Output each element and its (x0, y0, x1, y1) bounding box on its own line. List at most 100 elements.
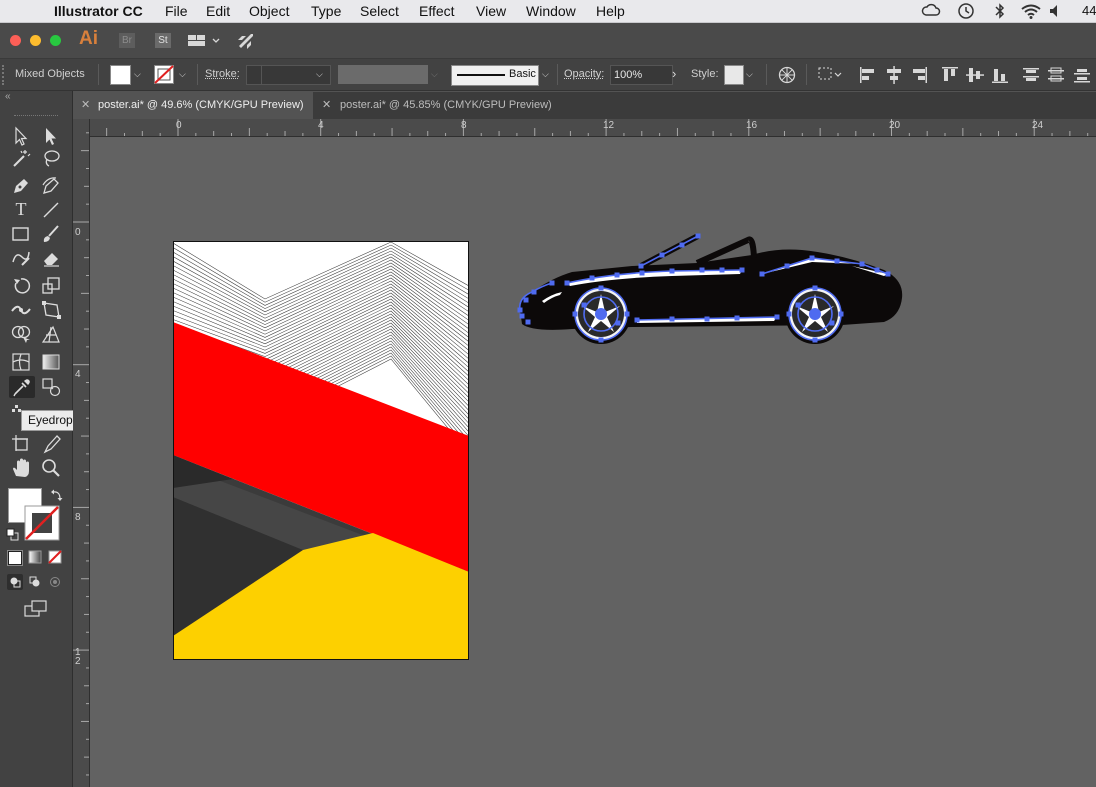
change-screen-mode-icon[interactable] (24, 600, 48, 618)
close-tab-icon[interactable]: ✕ (81, 92, 90, 119)
gradient-tool-icon[interactable] (40, 351, 62, 373)
anchor-point[interactable] (589, 275, 595, 281)
anchor-point[interactable] (719, 267, 725, 273)
artboard-tool-icon[interactable] (10, 433, 32, 455)
anchor-point[interactable] (809, 255, 815, 261)
anchor-point[interactable] (874, 267, 880, 273)
anchor-point[interactable] (859, 261, 865, 267)
draw-behind-icon[interactable] (29, 576, 41, 588)
zoom-tool-icon[interactable] (40, 457, 62, 479)
anchor-point[interactable] (669, 316, 675, 322)
direct-selection-tool-icon[interactable] (40, 125, 62, 147)
align-to-selection-icon[interactable] (818, 66, 844, 82)
free-transform-tool-icon[interactable] (40, 299, 62, 321)
type-tool-icon[interactable]: T (10, 199, 32, 219)
opacity-arrow-icon[interactable]: › (672, 65, 676, 83)
line-segment-tool-icon[interactable] (40, 199, 62, 221)
stroke-weight-dropdown-icon[interactable]: ⌵ (316, 65, 323, 83)
stroke-dropdown-icon[interactable]: ⌵ (179, 65, 186, 83)
tab-poster-49[interactable]: ✕ poster.ai* @ 49.6% (CMYK/GPU Preview) (73, 92, 313, 119)
magic-wand-tool-icon[interactable] (10, 147, 32, 169)
menu-view[interactable]: View (476, 3, 506, 19)
anchor-point[interactable] (572, 311, 578, 317)
anchor-point[interactable] (624, 311, 630, 317)
stock-button[interactable]: St (155, 33, 171, 48)
brush-definition[interactable]: Basic (451, 65, 539, 86)
anchor-point[interactable] (812, 285, 818, 291)
anchor-point[interactable] (669, 268, 675, 274)
shape-builder-tool-icon[interactable] (10, 323, 32, 345)
gradient-mode-button[interactable] (28, 550, 42, 564)
stroke-label[interactable]: Stroke: (205, 68, 240, 80)
anchor-point[interactable] (615, 320, 621, 326)
panel-grip-icon[interactable] (2, 65, 6, 85)
align-top-icon[interactable] (940, 65, 960, 85)
rectangle-tool-icon[interactable] (10, 223, 32, 245)
menu-type[interactable]: Type (311, 3, 341, 19)
align-vertical-center-icon[interactable] (965, 65, 985, 85)
close-tab-icon[interactable]: ✕ (322, 92, 331, 119)
recolor-artwork-icon[interactable] (778, 66, 796, 84)
opacity-label[interactable]: Opacity: (564, 68, 604, 80)
anchor-point[interactable] (838, 311, 844, 317)
graphic-style-swatch[interactable] (724, 65, 744, 85)
time-machine-icon[interactable] (956, 2, 976, 20)
anchor-point[interactable] (739, 267, 745, 273)
scale-tool-icon[interactable] (40, 275, 62, 297)
bluetooth-icon[interactable] (994, 2, 1006, 20)
menu-effect[interactable]: Effect (419, 3, 455, 19)
eyedropper-tool-button[interactable] (9, 376, 35, 398)
default-fill-stroke-icon[interactable] (6, 528, 20, 542)
anchor-point[interactable] (759, 271, 765, 277)
menu-app-name[interactable]: Illustrator CC (54, 3, 143, 19)
anchor-point[interactable] (885, 271, 891, 277)
vertical-ruler[interactable]: 0 4 8 12 (73, 119, 90, 787)
fill-swatch[interactable] (110, 65, 131, 85)
perspective-grid-tool-icon[interactable] (40, 323, 62, 345)
anchor-point[interactable] (638, 263, 644, 269)
curvature-tool-icon[interactable] (40, 175, 62, 197)
pen-tool-icon[interactable] (10, 175, 32, 197)
mesh-tool-icon[interactable] (10, 351, 32, 373)
bridge-button[interactable]: Br (119, 33, 135, 48)
anchor-point[interactable] (834, 258, 840, 264)
anchor-point[interactable] (525, 319, 531, 325)
style-dropdown-icon[interactable]: ⌵ (746, 65, 753, 83)
profile-dropdown-icon[interactable]: ⌵ (431, 65, 438, 83)
shaper-tool-icon[interactable] (10, 247, 32, 269)
hand-tool-icon[interactable] (10, 457, 32, 479)
anchor-point[interactable] (812, 337, 818, 343)
menu-select[interactable]: Select (360, 3, 399, 19)
color-mode-button[interactable] (7, 550, 23, 566)
rotate-tool-icon[interactable] (10, 275, 32, 297)
artboard-poster[interactable] (173, 241, 469, 660)
anchor-point[interactable] (549, 280, 555, 286)
distribute-top-icon[interactable] (1021, 65, 1041, 85)
anchor-point[interactable] (564, 280, 570, 286)
align-horizontal-center-icon[interactable] (884, 65, 904, 85)
opacity-input[interactable]: 100% (610, 65, 673, 85)
anchor-point[interactable] (784, 263, 790, 269)
collapse-panel-icon[interactable]: « (5, 91, 11, 102)
anchor-point[interactable] (523, 297, 529, 303)
anchor-point[interactable] (519, 313, 525, 319)
align-bottom-icon[interactable] (990, 65, 1010, 85)
anchor-point[interactable] (795, 302, 801, 308)
car-artwork[interactable] (512, 228, 908, 350)
none-mode-button[interactable] (48, 550, 62, 564)
paintbrush-tool-icon[interactable] (40, 223, 62, 245)
anchor-point[interactable] (614, 272, 620, 278)
selection-tool-icon[interactable] (10, 125, 32, 147)
anchor-point[interactable] (634, 317, 640, 323)
arrange-documents-icon[interactable] (187, 33, 223, 49)
distribute-vertical-center-icon[interactable] (1046, 65, 1066, 85)
menu-window[interactable]: Window (526, 3, 576, 19)
width-tool-icon[interactable] (10, 299, 32, 321)
align-right-icon[interactable] (909, 65, 929, 85)
anchor-point[interactable] (734, 315, 740, 321)
stroke-color-box[interactable] (24, 505, 60, 541)
menu-edit[interactable]: Edit (206, 3, 230, 19)
close-window-button[interactable] (10, 35, 21, 46)
publish-rocket-icon[interactable] (236, 31, 256, 49)
slice-tool-icon[interactable] (40, 433, 62, 455)
